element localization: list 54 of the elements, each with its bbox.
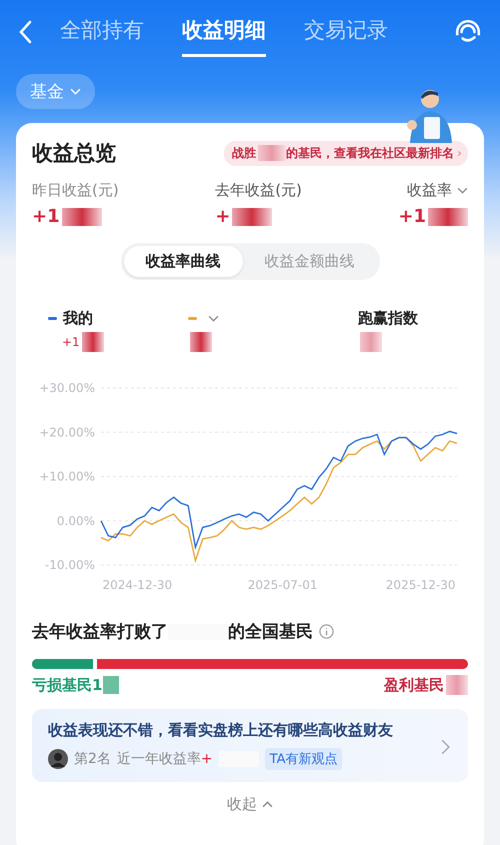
redaction-block bbox=[428, 208, 468, 226]
stat-label: 昨日收益(元) bbox=[32, 181, 119, 200]
redaction-block bbox=[82, 332, 104, 352]
curve-tab[interactable]: 收益率曲线 bbox=[124, 246, 242, 277]
promo-title: 收益表现还不错，看看实盘榜上还有哪些高收益财友 bbox=[48, 721, 394, 740]
legend-value: +1 bbox=[62, 335, 80, 349]
y-axis-label: +10.00% bbox=[39, 470, 95, 484]
redaction-block bbox=[103, 676, 120, 694]
redaction-block bbox=[62, 208, 102, 226]
chevron-down-icon bbox=[70, 88, 81, 95]
chevron-right-icon bbox=[441, 739, 450, 755]
info-icon[interactable] bbox=[319, 624, 334, 639]
rank-banner[interactable]: 战胜 的基民，查看我在社区最新排名 › bbox=[224, 140, 468, 166]
curve-tab[interactable]: 收益金额曲线 bbox=[242, 246, 376, 277]
chevron-down-icon bbox=[456, 187, 468, 194]
x-axis-label: 2025-07-01 bbox=[248, 578, 318, 592]
redaction-block bbox=[446, 675, 468, 695]
y-axis-label: 0.00% bbox=[56, 514, 95, 528]
x-axis-label: 2025-12-30 bbox=[386, 578, 456, 592]
rate-label: 近一年收益率 bbox=[116, 750, 201, 768]
redaction-block bbox=[258, 145, 286, 161]
rank-text: 第2名 bbox=[74, 750, 111, 768]
beat-text: 去年收益率打败了 bbox=[32, 621, 168, 643]
chevron-up-icon bbox=[262, 801, 273, 808]
loss-value: 1 bbox=[92, 676, 102, 694]
stat-value: +1 bbox=[32, 206, 60, 227]
legend-label: 跑赢指数 bbox=[358, 308, 418, 328]
opinion-tag: TA有新观点 bbox=[264, 748, 342, 770]
x-axis-label: 2024-12-30 bbox=[102, 578, 172, 592]
redaction-block bbox=[190, 332, 212, 352]
chevron-down-icon[interactable] bbox=[208, 314, 219, 322]
leaderboard-promo[interactable]: 收益表现还不错，看看实盘榜上还有哪些高收益财友 第2名 近一年收益率+ TA有新观点 bbox=[32, 709, 468, 782]
y-axis-label: +20.00% bbox=[39, 425, 95, 440]
stat-label[interactable]: 收益率 bbox=[406, 181, 468, 200]
redaction-block bbox=[232, 208, 272, 226]
collapse-button[interactable]: 收起 bbox=[221, 794, 279, 815]
redaction-block bbox=[360, 332, 382, 352]
nav-tab[interactable]: 交易记录 bbox=[304, 8, 388, 56]
avatar-icon bbox=[48, 749, 68, 769]
beat-text: 的全国基民 bbox=[228, 621, 313, 643]
stat-value: + bbox=[215, 206, 230, 227]
y-axis-label: -10.00% bbox=[44, 558, 95, 572]
back-icon[interactable] bbox=[18, 20, 32, 44]
nav-tab[interactable]: 收益明细 bbox=[182, 8, 266, 56]
card-title: 收益总览 bbox=[32, 140, 116, 167]
rate-value: + bbox=[200, 751, 213, 767]
legend-label: 我的 bbox=[63, 308, 93, 328]
stat-value: +1 bbox=[398, 206, 426, 227]
y-axis-label: +30.00% bbox=[39, 381, 95, 395]
gain-label: 盈利基民 bbox=[384, 676, 444, 694]
stat-label: 去年收益(元) bbox=[215, 181, 302, 200]
loss-label: 亏损基民 bbox=[32, 676, 92, 694]
nav-tab[interactable]: 全部持有 bbox=[60, 8, 144, 56]
fund-filter-dropdown[interactable]: 基金 bbox=[16, 74, 95, 109]
